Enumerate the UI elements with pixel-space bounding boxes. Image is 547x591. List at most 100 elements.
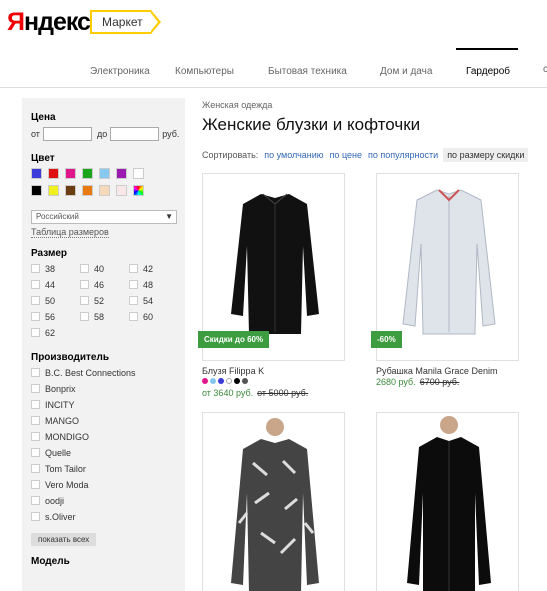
checkbox[interactable] <box>31 400 40 409</box>
brand-option[interactable]: Vero Moda <box>31 479 176 490</box>
color-swatch[interactable] <box>31 185 42 196</box>
size-option[interactable]: 52 <box>80 295 129 306</box>
color-variant-dot[interactable] <box>210 378 216 384</box>
color-variant-dot[interactable] <box>242 378 248 384</box>
checkbox[interactable] <box>80 312 89 321</box>
sort-default[interactable]: по умолчанию <box>264 150 323 160</box>
checkbox[interactable] <box>31 496 40 505</box>
checkbox[interactable] <box>31 416 40 425</box>
nav-item-appliances[interactable]: Бытовая техника <box>268 66 347 77</box>
size-option[interactable]: 54 <box>129 295 178 306</box>
checkbox[interactable] <box>31 480 40 489</box>
checkbox[interactable] <box>31 464 40 473</box>
brand-label: MONDIGO <box>45 431 89 442</box>
breadcrumb[interactable]: Женская одежда <box>202 100 547 110</box>
brand-option[interactable]: B.C. Best Connections <box>31 367 176 378</box>
color-swatch[interactable] <box>133 185 144 196</box>
size-option[interactable]: 60 <box>129 311 178 322</box>
brand-option[interactable]: INCITY <box>31 399 176 410</box>
checkbox[interactable] <box>31 264 40 273</box>
color-variant-dot[interactable] <box>226 378 232 384</box>
dropdown-arrow-icon: ▼ <box>165 212 173 221</box>
brand-option[interactable]: Tom Tailor <box>31 463 176 474</box>
size-option[interactable]: 56 <box>31 311 80 322</box>
size-option[interactable]: 38 <box>31 263 80 274</box>
show-all-brands-button[interactable]: показать всех <box>31 533 97 546</box>
logo-rest: ндекс <box>23 8 91 36</box>
size-option[interactable]: 50 <box>31 295 80 306</box>
size-label: 46 <box>94 279 105 290</box>
color-swatch[interactable] <box>116 185 127 196</box>
checkbox[interactable] <box>31 296 40 305</box>
checkbox[interactable] <box>31 328 40 337</box>
product-card[interactable] <box>376 412 519 591</box>
nav-item-more[interactable]: с <box>543 64 547 75</box>
price-old: от 5000 руб. <box>257 388 309 398</box>
color-variant-dot[interactable] <box>234 378 240 384</box>
brand-option[interactable]: s.Oliver <box>31 511 176 522</box>
brand-option[interactable]: oodji <box>31 495 176 506</box>
checkbox[interactable] <box>129 296 138 305</box>
product-name[interactable]: Блузя Filippa K <box>202 366 264 376</box>
product-image[interactable] <box>203 413 345 591</box>
price-to-input[interactable] <box>110 127 160 141</box>
brand-option[interactable]: Bonprix <box>31 383 176 394</box>
brand-heading: Производитель <box>31 352 109 363</box>
color-swatch[interactable] <box>99 185 110 196</box>
color-swatch[interactable] <box>48 185 59 196</box>
color-variant-dot[interactable] <box>218 378 224 384</box>
checkbox[interactable] <box>80 296 89 305</box>
size-option[interactable]: 42 <box>129 263 178 274</box>
checkbox[interactable] <box>31 448 40 457</box>
size-label: 60 <box>143 311 154 322</box>
color-swatch[interactable] <box>82 185 93 196</box>
checkbox[interactable] <box>31 312 40 321</box>
color-swatch[interactable] <box>82 168 93 179</box>
brand-option[interactable]: Quelle <box>31 447 176 458</box>
checkbox[interactable] <box>129 280 138 289</box>
size-option[interactable]: 44 <box>31 279 80 290</box>
product-image[interactable] <box>377 413 519 591</box>
color-swatch[interactable] <box>65 185 76 196</box>
checkbox[interactable] <box>31 384 40 393</box>
checkbox[interactable] <box>129 264 138 273</box>
color-swatch[interactable] <box>116 168 127 179</box>
checkbox[interactable] <box>31 432 40 441</box>
nav-item-electronics[interactable]: Электроника <box>90 66 150 77</box>
size-option[interactable]: 58 <box>80 311 129 322</box>
sort-discount[interactable]: по размеру скидки <box>443 148 529 162</box>
color-variant-dot[interactable] <box>202 378 208 384</box>
product-name[interactable]: Рубашка Manila Grace Denim <box>376 366 497 376</box>
price-from-label: от <box>31 129 40 139</box>
color-swatch[interactable] <box>133 168 144 179</box>
color-swatches <box>31 168 176 196</box>
nav-item-wardrobe[interactable]: Гардероб <box>466 66 510 77</box>
nav-item-home[interactable]: Дом и дача <box>380 66 432 77</box>
checkbox[interactable] <box>31 512 40 521</box>
sort-popularity[interactable]: по популярности <box>368 150 438 160</box>
brand-option[interactable]: MONDIGO <box>31 431 176 442</box>
size-option[interactable]: 46 <box>80 279 129 290</box>
sort-price[interactable]: по цене <box>330 150 362 160</box>
size-system-select[interactable]: Российский ▼ <box>31 210 177 224</box>
checkbox[interactable] <box>31 368 40 377</box>
checkbox[interactable] <box>80 280 89 289</box>
nav-item-computers[interactable]: Компьютеры <box>175 66 234 77</box>
market-label[interactable]: Маркет <box>90 10 161 34</box>
size-option[interactable]: 48 <box>129 279 178 290</box>
color-swatch[interactable] <box>65 168 76 179</box>
size-option[interactable]: 40 <box>80 263 129 274</box>
size-table-link[interactable]: Таблица размеров <box>31 227 109 238</box>
color-swatch[interactable] <box>31 168 42 179</box>
checkbox[interactable] <box>31 280 40 289</box>
size-option[interactable]: 62 <box>31 327 80 338</box>
yandex-logo[interactable]: Яндекс <box>7 7 91 37</box>
model-heading: Модель <box>31 556 70 567</box>
color-swatch[interactable] <box>99 168 110 179</box>
checkbox[interactable] <box>80 264 89 273</box>
product-card[interactable] <box>202 412 345 591</box>
brand-option[interactable]: MANGO <box>31 415 176 426</box>
checkbox[interactable] <box>129 312 138 321</box>
price-from-input[interactable] <box>42 127 92 141</box>
color-swatch[interactable] <box>48 168 59 179</box>
